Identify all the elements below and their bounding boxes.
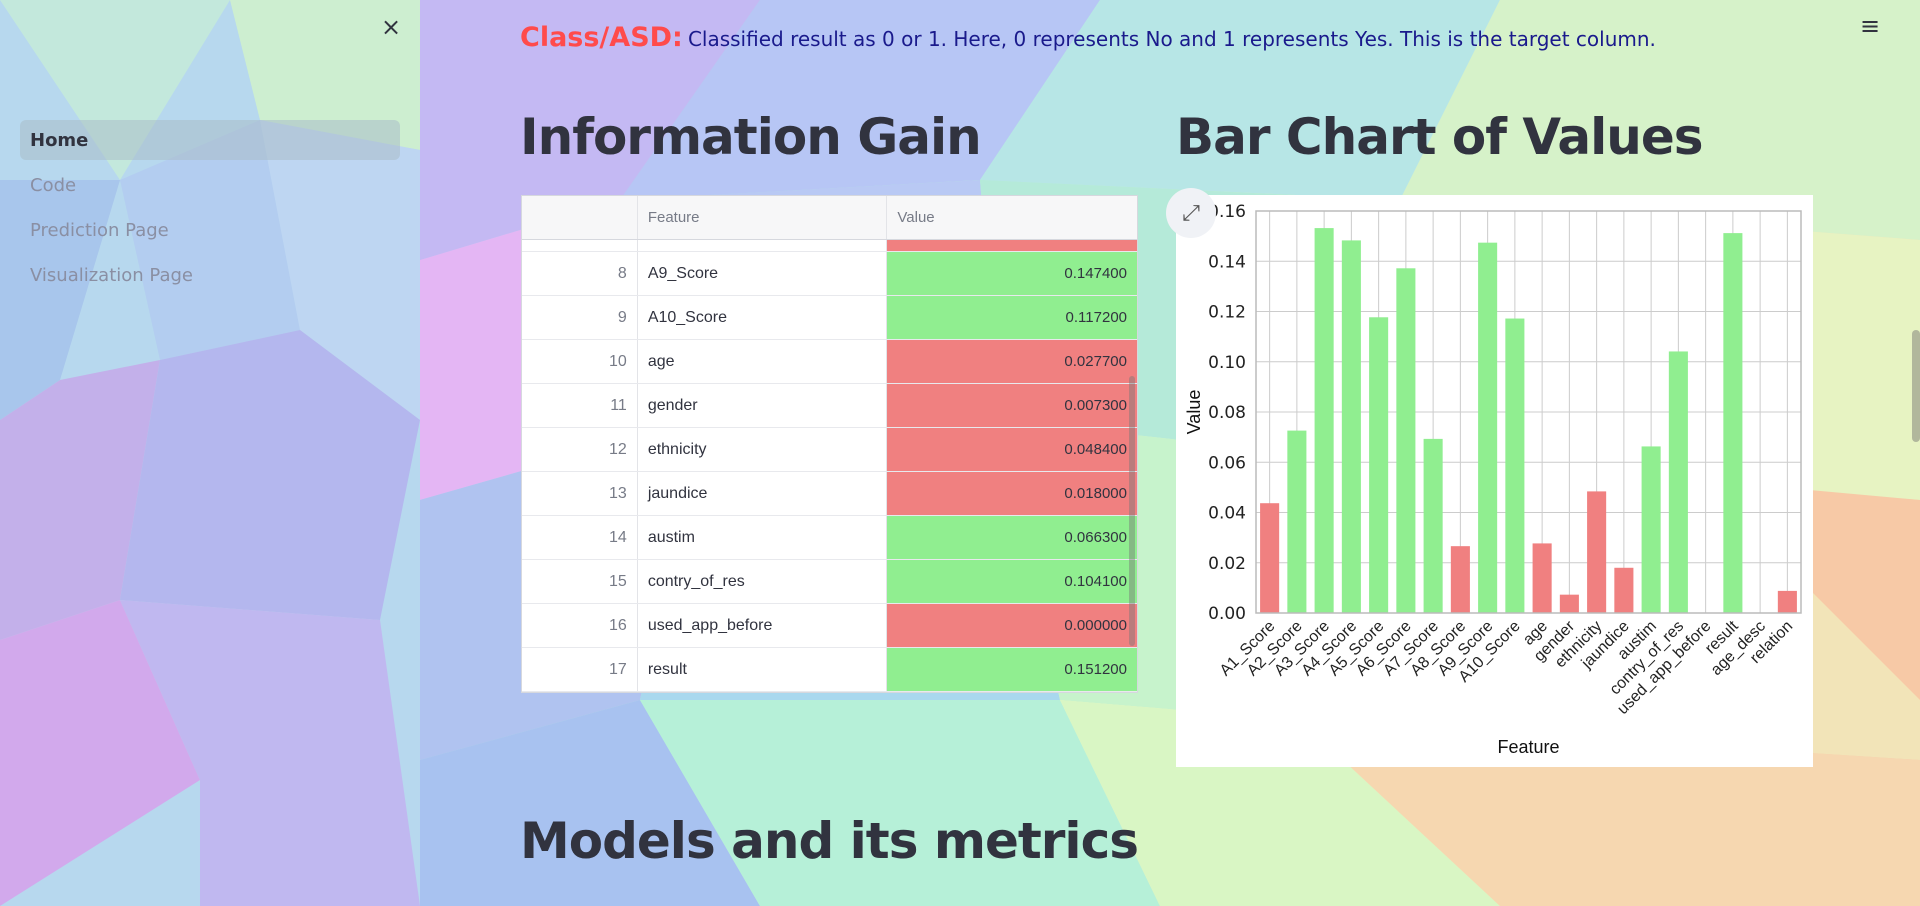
- table-row[interactable]: 11 gender 0.007300: [522, 384, 1137, 428]
- column-header-index[interactable]: [522, 196, 638, 239]
- bar-A2_Score: [1287, 430, 1307, 613]
- expand-icon[interactable]: ⤢: [1166, 188, 1216, 238]
- close-icon[interactable]: ×: [378, 14, 404, 40]
- value-cell[interactable]: 0.104100: [887, 560, 1137, 603]
- feature-cell[interactable]: jaundice: [638, 472, 888, 515]
- row-index: 16: [522, 604, 638, 647]
- value-cell[interactable]: 0.151200: [887, 648, 1137, 691]
- row-index: 9: [522, 296, 638, 339]
- models-metrics-title: Models and its metrics: [520, 812, 1139, 870]
- y-tick-label: 0.12: [1208, 303, 1246, 323]
- table-row[interactable]: 15 contry_of_res 0.104100: [522, 560, 1137, 604]
- information-gain-title: Information Gain: [520, 108, 982, 166]
- y-tick-label: 0.02: [1208, 554, 1246, 574]
- bar-A9_Score: [1478, 242, 1498, 613]
- feature-cell[interactable]: ethnicity: [638, 428, 888, 471]
- class-asd-text: Classified result as 0 or 1. Here, 0 rep…: [687, 27, 1656, 51]
- class-asd-description: Class/ASD: Classified result as 0 or 1. …: [520, 22, 1656, 53]
- bar-relation: [1777, 590, 1797, 613]
- bar-austim: [1641, 446, 1661, 613]
- feature-cell[interactable]: gender: [638, 384, 888, 427]
- table-row[interactable]: 8 A9_Score 0.147400: [522, 252, 1137, 296]
- table-row[interactable]: 13 jaundice 0.018000: [522, 472, 1137, 516]
- y-tick-label: 0.00: [1208, 604, 1246, 624]
- row-index: 11: [522, 384, 638, 427]
- bar-A3_Score: [1314, 228, 1334, 613]
- bar-chart-title: Bar Chart of Values: [1176, 108, 1704, 166]
- value-cell[interactable]: 0.117200: [887, 296, 1137, 339]
- bar-A6_Score: [1396, 268, 1416, 613]
- feature-cell[interactable]: A9_Score: [638, 252, 888, 295]
- bar-A8_Score: [1450, 546, 1470, 613]
- feature-cell[interactable]: A10_Score: [638, 296, 888, 339]
- feature-cell[interactable]: austim: [638, 516, 888, 559]
- page-scrollbar[interactable]: [1912, 330, 1920, 442]
- table-scrollbar[interactable]: [1129, 376, 1135, 646]
- table-body: 8 A9_Score 0.147400 9 A10_Score 0.117200 10 age…: [522, 240, 1137, 692]
- feature-cell[interactable]: contry_of_res: [638, 560, 888, 603]
- y-tick-label: 0.04: [1208, 504, 1246, 524]
- information-gain-table[interactable]: Feature Value 8 A9_Score 0.147400 9 A10_Scor…: [521, 195, 1138, 693]
- bar-A10_Score: [1505, 318, 1525, 613]
- column-header-value[interactable]: Value: [887, 196, 1137, 239]
- y-tick-label: 0.06: [1208, 453, 1246, 473]
- sidebar-item-home[interactable]: Home: [20, 120, 400, 160]
- sidebar-item-prediction-page[interactable]: Prediction Page: [20, 210, 400, 250]
- row-index: 8: [522, 252, 638, 295]
- feature-cell[interactable]: result: [638, 648, 888, 691]
- row-index: 12: [522, 428, 638, 471]
- value-cell[interactable]: 0.027700: [887, 340, 1137, 383]
- row-index: 14: [522, 516, 638, 559]
- table-row[interactable]: 12 ethnicity 0.048400: [522, 428, 1137, 472]
- value-cell[interactable]: 0.147400: [887, 252, 1137, 295]
- bar-ethnicity: [1587, 491, 1607, 613]
- sidebar: × Home Code Prediction Page Visualizatio…: [0, 0, 420, 906]
- value-cell[interactable]: 0.048400: [887, 428, 1137, 471]
- column-header-feature[interactable]: Feature: [638, 196, 888, 239]
- y-tick-label: 0.08: [1208, 403, 1246, 423]
- table-header: Feature Value: [522, 196, 1137, 240]
- bar-result: [1723, 233, 1743, 614]
- table-row[interactable]: 10 age 0.027700: [522, 340, 1137, 384]
- feature-cell[interactable]: age: [638, 340, 888, 383]
- value-cell[interactable]: 0.007300: [887, 384, 1137, 427]
- y-axis-label: Value: [1184, 390, 1204, 435]
- bar-chart: 0.00 0.02 0.04 0.06 0.08 0.10 0.12 0.14 0.16 A1_S…: [1176, 195, 1813, 767]
- table-row[interactable]: 14 austim 0.066300: [522, 516, 1137, 560]
- row-index: 10: [522, 340, 638, 383]
- bar-contry_of_res: [1668, 351, 1688, 613]
- bar-chart-svg: 0.000.020.040.060.080.100.120.140.16A1_S…: [1184, 202, 1802, 757]
- sidebar-nav: Home Code Prediction Page Visualization …: [20, 120, 400, 300]
- sidebar-item-code[interactable]: Code: [20, 165, 400, 205]
- bar-gender: [1559, 594, 1579, 613]
- table-row[interactable]: 16 used_app_before 0.000000: [522, 604, 1137, 648]
- table-row-partial: [522, 240, 1137, 252]
- table-row[interactable]: 17 result 0.151200: [522, 648, 1137, 692]
- y-tick-label: 0.14: [1208, 252, 1246, 272]
- bar-A7_Score: [1423, 438, 1443, 613]
- value-cell[interactable]: 0.018000: [887, 472, 1137, 515]
- bar-A4_Score: [1341, 240, 1361, 614]
- main-menu-icon[interactable]: ≡: [1858, 14, 1882, 38]
- bar-A5_Score: [1369, 317, 1389, 613]
- y-tick-label: 0.10: [1208, 353, 1246, 373]
- table-row[interactable]: 9 A10_Score 0.117200: [522, 296, 1137, 340]
- class-asd-label: Class/ASD:: [520, 22, 683, 53]
- sidebar-item-visualization-page[interactable]: Visualization Page: [20, 255, 400, 295]
- bar-A1_Score: [1260, 503, 1280, 613]
- bar-age: [1532, 543, 1552, 613]
- value-cell[interactable]: 0.000000: [887, 604, 1137, 647]
- x-axis-label: Feature: [1497, 737, 1559, 757]
- row-index: 17: [522, 648, 638, 691]
- bar-jaundice: [1614, 567, 1634, 613]
- value-cell[interactable]: 0.066300: [887, 516, 1137, 559]
- row-index: 13: [522, 472, 638, 515]
- feature-cell[interactable]: used_app_before: [638, 604, 888, 647]
- row-index: 15: [522, 560, 638, 603]
